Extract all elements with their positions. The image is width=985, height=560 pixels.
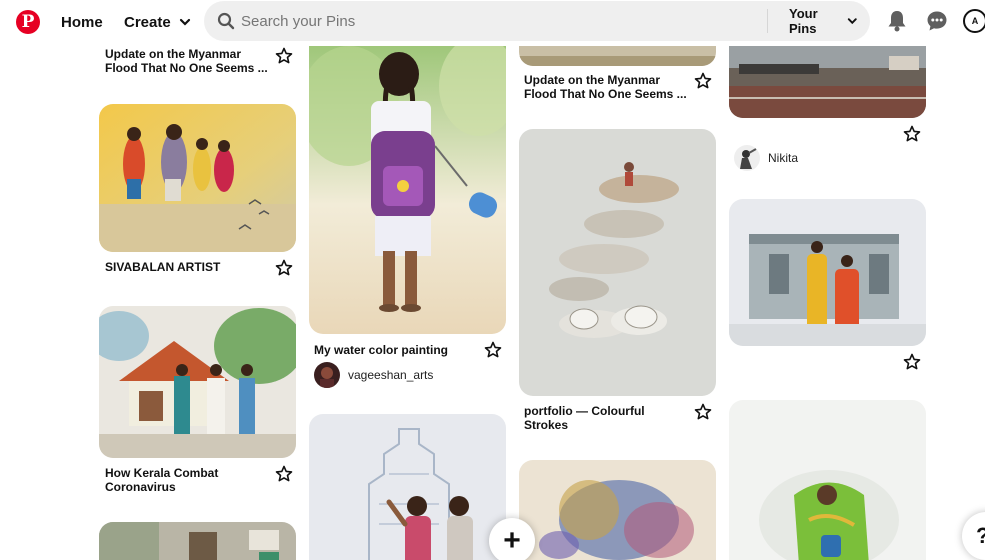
painting-woman-green-saree — [729, 400, 926, 560]
pin-owner-vageeshan[interactable]: vageeshan_arts — [314, 362, 433, 388]
pin-title-myanmar-flood-cut[interactable]: Update on the Myanmar Flood That No One … — [105, 47, 275, 76]
notifications-bell-icon[interactable] — [885, 9, 909, 33]
search-icon — [217, 12, 235, 30]
user-initial: A — [971, 16, 979, 26]
your-pins-filter-button[interactable]: Your Pins — [777, 5, 870, 37]
painting-women-at-wall — [729, 199, 926, 346]
pin-image-sivabalan[interactable] — [99, 104, 296, 252]
search-divider — [767, 9, 768, 33]
star-icon[interactable] — [903, 125, 921, 143]
search-input[interactable] — [241, 12, 761, 30]
star-icon[interactable] — [694, 403, 712, 421]
pin-image-water-color[interactable] — [309, 46, 506, 334]
star-icon[interactable] — [694, 72, 712, 90]
messages-icon[interactable] — [925, 9, 949, 33]
painting-abstract-splash — [519, 460, 716, 560]
painting-schoolgirl-backpack — [309, 46, 506, 334]
star-icon[interactable] — [484, 341, 502, 359]
chevron-down-icon — [848, 18, 858, 25]
chevron-down-icon — [179, 18, 190, 26]
owner-avatar — [734, 145, 760, 171]
question-mark-icon: ? — [976, 523, 985, 548]
pin-image-boats[interactable] — [729, 46, 926, 118]
pin-image-myanmar-flood[interactable] — [519, 46, 716, 66]
pin-image-village-house[interactable] — [99, 522, 296, 560]
your-pins-label: Your Pins — [789, 6, 818, 36]
star-icon[interactable] — [275, 259, 293, 277]
pinterest-logo-letter: P — [21, 12, 35, 32]
add-pin-button[interactable]: + — [489, 518, 535, 560]
star-icon[interactable] — [275, 47, 293, 65]
pin-title-water-color[interactable]: My water color painting — [314, 343, 484, 357]
painting-village-house — [99, 522, 296, 560]
home-button[interactable]: Home — [48, 6, 116, 38]
pin-title-sivabalan[interactable]: SIVABALAN ARTIST — [105, 260, 270, 274]
create-label: Create — [124, 13, 171, 31]
painting-temple-children — [309, 414, 506, 560]
search-bar[interactable]: Your Pins — [204, 1, 870, 41]
pinterest-logo[interactable]: P — [16, 10, 40, 34]
pin-image-temple-children[interactable] — [309, 414, 506, 560]
photo-boats-river — [729, 46, 926, 118]
create-button[interactable]: Create — [114, 6, 201, 38]
pin-image-women-at-well[interactable] — [729, 199, 926, 346]
top-nav-bar: P Home Create Your Pins A — [0, 0, 985, 46]
painting-cattle-herd — [519, 129, 716, 396]
help-button[interactable]: ? — [962, 512, 985, 560]
star-icon[interactable] — [903, 353, 921, 371]
pin-image-abstract-watercolor[interactable] — [519, 460, 716, 560]
pin-title-myanmar-flood[interactable]: Update on the Myanmar Flood That No One … — [524, 73, 694, 101]
pin-title-portfolio[interactable]: portfolio — Colourful Strokes — [524, 404, 689, 432]
star-icon[interactable] — [275, 465, 293, 483]
painting-children-walking — [99, 104, 296, 252]
pin-image-kerala[interactable] — [99, 306, 296, 458]
pin-owner-nikita[interactable]: Nikita — [734, 145, 798, 171]
pin-title-kerala[interactable]: How Kerala Combat Coronavirus — [105, 466, 270, 494]
pin-image-portfolio-cattle[interactable] — [519, 129, 716, 396]
owner-avatar — [314, 362, 340, 388]
plus-icon: + — [503, 524, 521, 557]
photo-flood — [519, 46, 716, 66]
user-avatar-button[interactable]: A — [963, 9, 985, 33]
painting-kerala-street — [99, 306, 296, 458]
owner-name: Nikita — [768, 151, 799, 165]
owner-name: vageeshan_arts — [348, 368, 434, 382]
pin-image-woman-green-saree[interactable] — [729, 400, 926, 560]
